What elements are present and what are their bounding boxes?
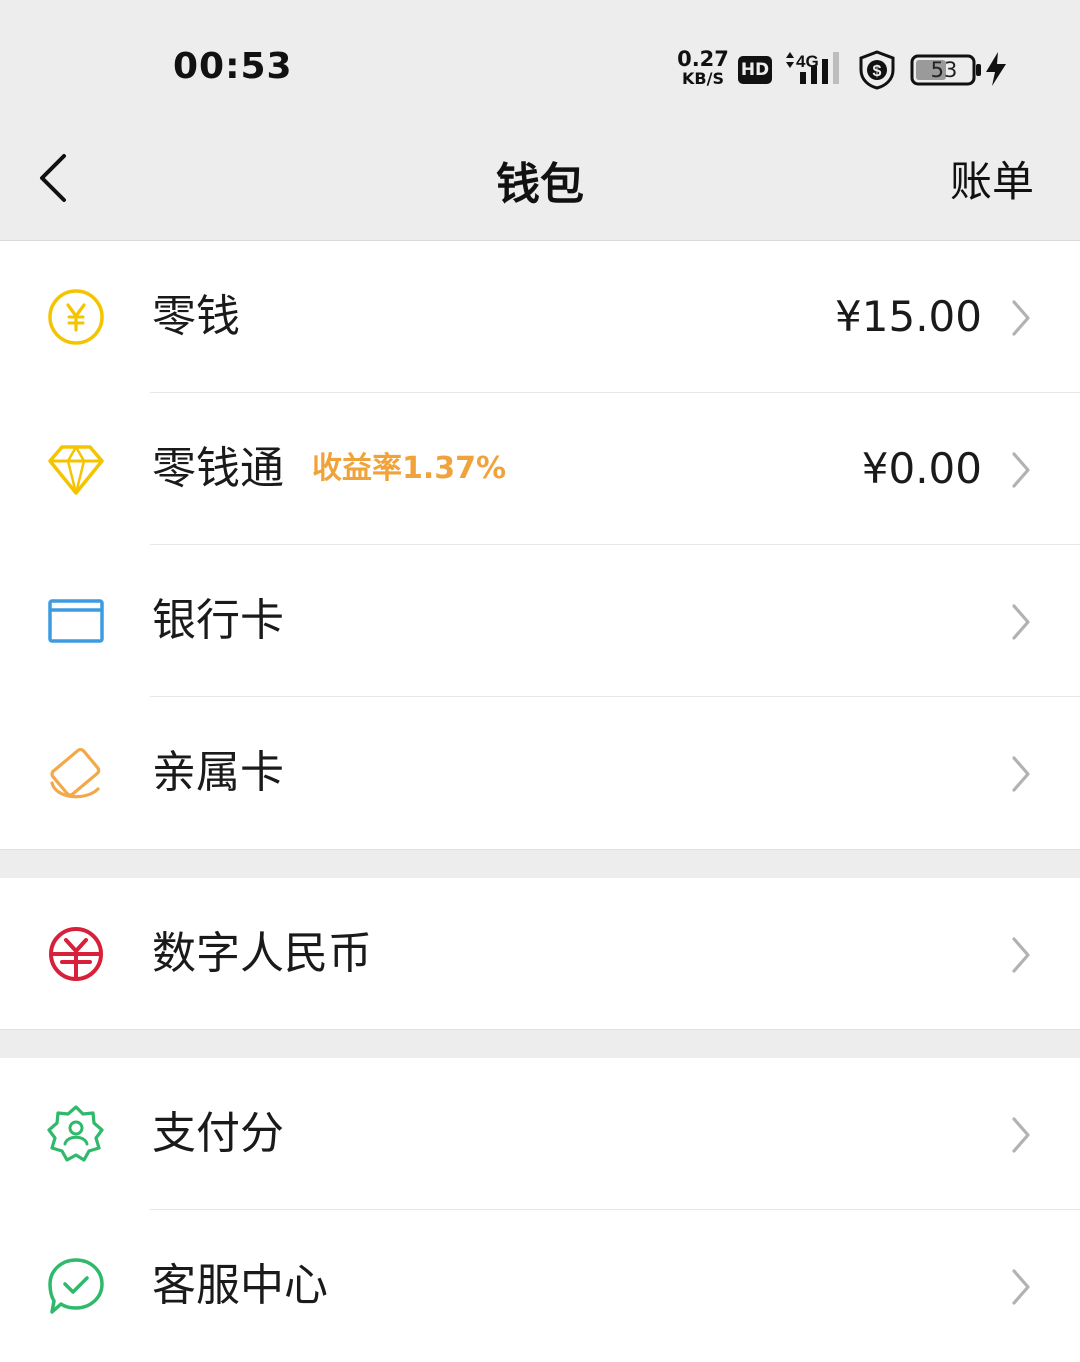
yield-rate-tag: 收益率1.37%: [312, 451, 507, 486]
family-card-icon: [50, 747, 101, 799]
status-time: 00:53: [173, 46, 293, 87]
licaitong-balance: ¥0.00: [861, 444, 982, 493]
list-item-family-card[interactable]: 亲属卡: [0, 697, 1080, 849]
chevron-right-icon: [1012, 756, 1030, 792]
family-card-label: 亲属卡: [152, 747, 284, 798]
customer-service-label: 客服中心: [152, 1260, 328, 1311]
list-item-customer-service[interactable]: 客服中心: [0, 1210, 1080, 1362]
chevron-right-icon: [1012, 452, 1030, 488]
chevron-right-icon: [1012, 937, 1030, 973]
network-speed-value: 0.27: [677, 47, 729, 71]
digital-rmb-label: 数字人民币: [152, 928, 372, 979]
pay-score-icon: [47, 1105, 104, 1162]
chevron-right-icon: [1012, 1117, 1030, 1153]
network-speed-unit: KB/S: [682, 69, 724, 88]
section-gap: [0, 1029, 1080, 1059]
svg-text:$: $: [873, 63, 882, 80]
wallet-group-digital-rmb: 数字人民币: [0, 878, 1080, 1029]
section-gap: [0, 849, 1080, 879]
digital-rmb-icon: [49, 927, 103, 981]
nav-bar: 钱包 账单: [0, 120, 1080, 241]
page-title: 钱包: [496, 159, 584, 210]
chevron-right-icon: [1012, 1269, 1030, 1305]
hd-badge: HD: [738, 56, 772, 84]
customer-service-icon: [48, 1258, 104, 1314]
battery-level: 53: [930, 58, 958, 82]
pay-score-label: 支付分: [152, 1108, 284, 1159]
bank-card-label: 银行卡: [152, 595, 284, 646]
list-item-pay-score[interactable]: 支付分: [0, 1058, 1080, 1210]
change-label: 零钱: [152, 291, 240, 342]
bank-card-icon: [48, 599, 104, 643]
chevron-right-icon: [1012, 300, 1030, 336]
list-item-licaitong[interactable]: 零钱通 收益率1.37% ¥0.00: [0, 393, 1080, 545]
status-bar: 00:53 0.27 KB/S HD 4G $ 53: [0, 0, 1080, 120]
security-shield-icon: $: [859, 50, 895, 90]
diamond-icon: [48, 445, 104, 495]
charging-bolt-icon: [986, 52, 1006, 86]
list-item-digital-rmb[interactable]: 数字人民币: [0, 878, 1080, 1030]
list-item-bank-card[interactable]: 银行卡: [0, 545, 1080, 697]
bill-button[interactable]: 账单: [950, 148, 1034, 209]
change-balance: ¥15.00: [835, 292, 982, 341]
wallet-group-services: 支付分 客服中心: [0, 1058, 1080, 1314]
wallet-group-primary: 零钱 ¥15.00 零钱通 收益率1.37% ¥0.00 银行卡 亲属卡: [0, 241, 1080, 849]
network-speed: 0.27 KB/S: [676, 47, 730, 89]
chevron-right-icon: [1012, 604, 1030, 640]
signal-icon: 4G: [786, 52, 839, 84]
licaitong-label: 零钱通: [152, 443, 284, 494]
list-item-change[interactable]: 零钱 ¥15.00: [0, 241, 1080, 393]
yen-coin-icon: [48, 289, 104, 345]
